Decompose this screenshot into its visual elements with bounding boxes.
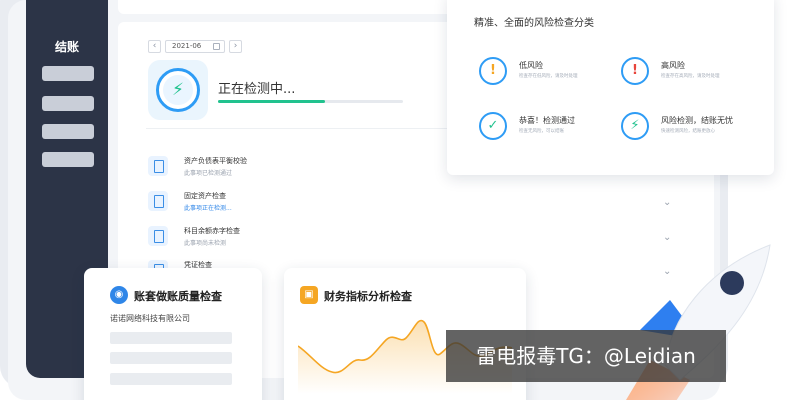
placeholder-line (110, 332, 232, 344)
month-value: 2021-06 (172, 42, 202, 50)
risk-category-passed: ✓ 恭喜！检测通过 检查无风险，可以结账 (479, 112, 619, 142)
check-item-status: 此事项正在检测... (184, 205, 232, 212)
location-pin-icon: ◉ (110, 286, 128, 304)
check-item-status: 此事项尚未检测 (184, 240, 227, 247)
placeholder-line (110, 373, 232, 385)
calendar-icon (213, 43, 220, 50)
check-item-name: 固定资产检查 (184, 192, 226, 200)
rocket-window (720, 271, 744, 295)
lock-icon: ▣ (300, 286, 318, 304)
sidebar-item-1[interactable] (42, 66, 94, 81)
exclamation-icon: ! (621, 57, 649, 85)
card-title: 财务指标分析检查 (324, 290, 412, 303)
app-stage: 结账 ‹ 2021-06 › ⚡ 正在检测中... 资产负债表平衡校验 此事项已 (0, 0, 800, 400)
sidebar-item-2[interactable] (42, 96, 94, 111)
risk-card-title: 精准、全面的风险检查分类 (474, 18, 594, 29)
document-icon (148, 156, 168, 176)
chevron-down-icon[interactable]: ⌄ (663, 197, 671, 208)
risk-categories-card: 精准、全面的风险检查分类 ! 低风险 检查存在低风险，请及时处理 ! 高风险 检… (447, 0, 774, 175)
check-progress-bar (218, 100, 403, 103)
building-icon (148, 191, 168, 211)
month-picker: ‹ 2021-06 › (148, 40, 242, 53)
check-icon: ✓ (479, 112, 507, 140)
risk-label: 低风险 (519, 61, 543, 70)
checking-status-text: 正在检测中... (218, 82, 296, 97)
sidebar-item-3[interactable] (42, 124, 94, 139)
check-item-name: 资产负债表平衡校验 (184, 157, 247, 165)
next-month-button[interactable]: › (229, 40, 242, 53)
watermark-overlay: 雷电报毒TG：@Leidian (446, 330, 726, 382)
placeholder-line (110, 352, 232, 364)
lightning-status-icon: ⚡ (156, 68, 200, 112)
card-title: 账套做账质量检查 (134, 290, 222, 303)
account-quality-card[interactable]: ◉ 账套做账质量检查 诺诺网络科技有限公司 (84, 268, 262, 400)
risk-desc: 检查存在低风险，请及时处理 (519, 74, 578, 79)
exclamation-icon: ! (479, 57, 507, 85)
risk-desc: 快速检测风险，结账更放心 (661, 129, 715, 134)
risk-label: 高风险 (661, 61, 685, 70)
sidebar-item-4[interactable] (42, 152, 94, 167)
bolt-icon: ⚡ (163, 75, 193, 105)
progress-fill (218, 100, 326, 103)
check-item-name: 科目余额赤字检查 (184, 227, 240, 235)
prev-month-button[interactable]: ‹ (148, 40, 161, 53)
ledger-icon (148, 226, 168, 246)
check-item[interactable]: 固定资产检查 此事项正在检测... ⌄ (148, 189, 688, 219)
risk-category-low: ! 低风险 检查存在低风险，请及时处理 (479, 57, 619, 87)
check-item-status: 此事项已检测通过 (184, 170, 233, 177)
risk-category-high: ! 高风险 检查存在高风险，请及时处理 (621, 57, 761, 87)
month-field[interactable]: 2021-06 (165, 40, 225, 53)
risk-desc: 检查存在高风险，请及时处理 (661, 74, 720, 79)
risk-category-worry-free: ⚡ 风险检测，结账无忧 快速检测风险，结账更放心 (621, 112, 761, 142)
sidebar-title: 结账 (54, 40, 79, 54)
risk-label: 恭喜！检测通过 (519, 116, 575, 125)
check-item[interactable]: 科目余额赤字检查 此事项尚未检测 ⌄ (148, 224, 688, 254)
risk-desc: 检查无风险，可以结账 (519, 129, 564, 134)
bolt-icon: ⚡ (621, 112, 649, 140)
company-name: 诺诺网络科技有限公司 (110, 314, 190, 323)
risk-label: 风险检测，结账无忧 (661, 116, 733, 125)
